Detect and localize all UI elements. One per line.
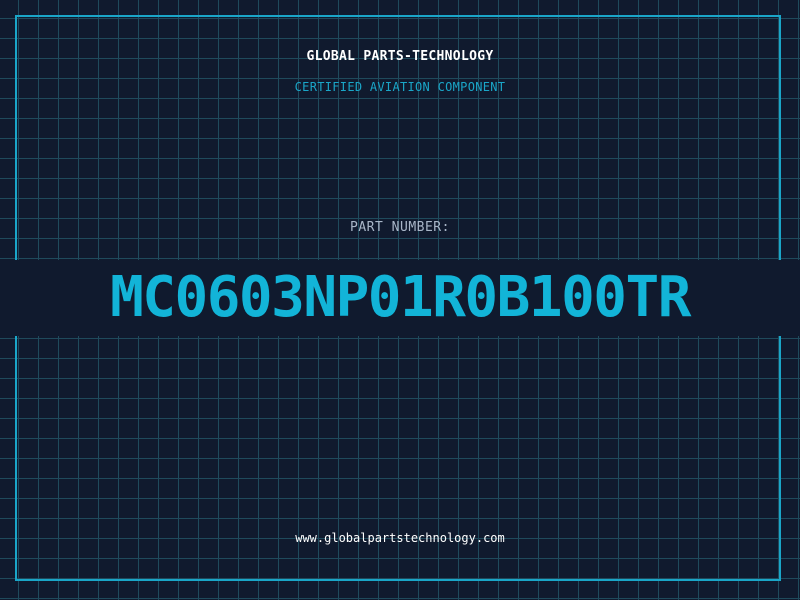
certificate-page: GLOBAL PARTS-TECHNOLOGY CERTIFIED AVIATI… xyxy=(0,0,800,600)
company-name: GLOBAL PARTS-TECHNOLOGY xyxy=(306,49,494,64)
website-url[interactable]: www.globalpartstechnology.com xyxy=(0,531,800,545)
certification-subtitle: CERTIFIED AVIATION COMPONENT xyxy=(294,80,506,94)
part-number-value: MC0603NP01R0B100TR xyxy=(110,265,691,330)
part-number-label: PART NUMBER: xyxy=(350,220,450,235)
